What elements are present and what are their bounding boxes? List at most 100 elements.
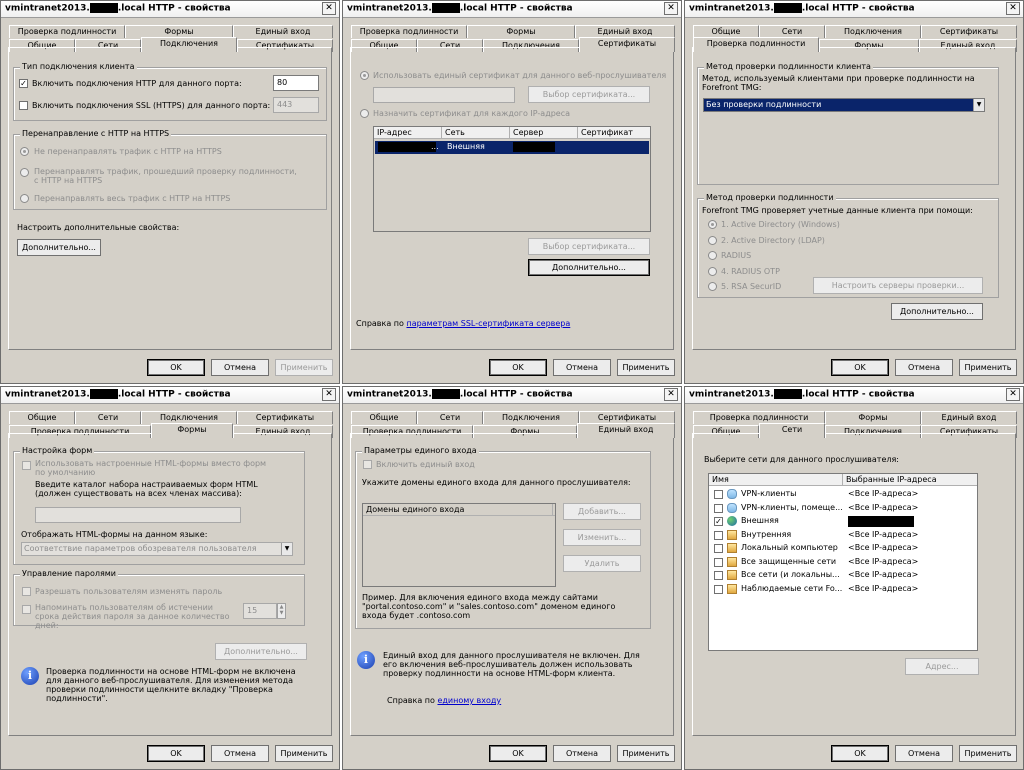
cert-list[interactable]: IP-адрес Сеть Сервер Сертификат ... Внеш… [373,126,651,232]
remind-checkbox[interactable] [22,605,31,614]
tab-forms[interactable]: Формы [825,411,921,424]
network-checkbox[interactable] [714,490,723,499]
ok-button[interactable]: OK [489,745,547,762]
close-button[interactable]: ✕ [664,388,678,401]
ssl-checkbox[interactable] [19,101,28,110]
days-field[interactable]: 15 [243,603,277,619]
auth-method-select[interactable]: Без проверки подлинности ▼ [703,98,985,112]
opt3-radio[interactable] [708,251,717,260]
edit-button[interactable]: Изменить... [563,529,641,546]
network-checkbox[interactable] [714,584,723,594]
tab-connections[interactable]: Подключения [141,37,237,52]
tab-certificates[interactable]: Сертификаты [237,411,333,424]
table-row[interactable]: Локальный компьютер <Все IP-адреса> [710,542,976,555]
ok-button[interactable]: OK [147,359,205,376]
ok-button[interactable]: OK [831,359,889,376]
sso-enable-checkbox[interactable] [363,460,372,469]
tab-certificates[interactable]: Сертификаты [921,25,1017,38]
tab-networks[interactable]: Сети [75,411,141,424]
tab-auth[interactable]: Проверка подлинности [351,25,467,38]
days-spinner[interactable]: ▲ ▼ [277,603,286,619]
col-ip[interactable]: Выбранные IP-адреса [843,474,977,486]
close-button[interactable]: ✕ [322,2,336,15]
configure-servers-button[interactable]: Настроить серверы проверки... [813,277,983,294]
custom-forms-checkbox[interactable] [22,461,31,470]
opt1-radio[interactable] [708,220,717,229]
close-button[interactable]: ✕ [1006,2,1020,15]
tab-sso[interactable]: Единый вход [577,423,675,438]
redirect-auth-radio[interactable] [20,168,29,177]
redirect-none-radio[interactable] [20,147,29,156]
close-button[interactable]: ✕ [664,2,678,15]
chevron-down-icon[interactable]: ▼ [281,543,292,555]
apply-button[interactable]: Применить [275,359,333,376]
network-checkbox[interactable] [714,557,723,567]
http-checkbox[interactable]: ✓ [19,79,28,88]
apply-button[interactable]: Применить [959,359,1017,376]
col-ip[interactable]: IP-адрес [374,127,442,139]
choose-cert-button-2[interactable]: Выбор сертификата... [528,238,650,255]
table-row[interactable]: ... Внешняя [375,141,649,154]
col-server[interactable]: Сервер [510,127,578,139]
table-row[interactable]: ✓ Внешняя [710,515,976,528]
network-checkbox[interactable]: ✓ [714,517,723,526]
apply-button[interactable]: Применить [617,745,675,762]
tab-networks[interactable]: Сети [417,411,483,424]
tab-connections[interactable]: Подключения [825,25,921,38]
add-button[interactable]: Добавить... [563,503,641,520]
network-checkbox[interactable] [714,530,723,540]
http-port-field[interactable]: 80 [273,75,319,91]
col-cert[interactable]: Сертификат [578,127,650,139]
col-domains[interactable]: Домены единого входа [363,504,553,516]
ok-button[interactable]: OK [147,745,205,762]
apply-button[interactable]: Применить [617,359,675,376]
lang-select[interactable]: Соответствие параметров обозревателя пол… [21,542,293,556]
ok-button[interactable]: OK [831,745,889,762]
cancel-button[interactable]: Отмена [895,359,953,376]
tab-sso[interactable]: Единый вход [921,411,1017,424]
remove-button[interactable]: Удалить [563,555,641,572]
network-checkbox[interactable] [714,571,723,580]
network-checkbox[interactable] [714,544,723,553]
tab-auth[interactable]: Проверка подлинности [9,25,125,38]
cancel-button[interactable]: Отмена [553,745,611,762]
ssl-port-field[interactable]: 443 [273,97,319,113]
cancel-button[interactable]: Отмена [895,745,953,762]
tab-auth[interactable]: Проверка подлинности [693,37,819,52]
table-row[interactable]: VPN-клиенты, помеще... <Все IP-адреса> [710,502,976,515]
tab-connections[interactable]: Подключения [483,411,579,424]
apply-button[interactable]: Применить [275,745,333,762]
table-row[interactable]: Все сети (и локальны... <Все IP-адреса> [710,569,976,582]
ok-button[interactable]: OK [489,359,547,376]
chevron-down-icon[interactable]: ▼ [973,99,984,111]
redirect-all-radio[interactable] [20,194,29,203]
cert-advanced-button[interactable]: Дополнительно... [528,259,650,276]
table-row[interactable]: VPN-клиенты <Все IP-адреса> [710,488,976,501]
address-button[interactable]: Адрес... [905,658,979,675]
cert-name-field[interactable] [373,87,515,103]
networks-list[interactable]: Имя Выбранные IP-адреса VPN-клиенты <Все … [708,473,978,651]
single-cert-radio[interactable] [360,71,369,80]
col-network[interactable]: Сеть [442,127,510,139]
tab-forms[interactable]: Формы [467,25,575,38]
tab-certificates[interactable]: Сертификаты [579,37,675,52]
sso-domains-list[interactable]: Домены единого входа [362,503,556,587]
apply-button[interactable]: Применить [959,745,1017,762]
tab-sso[interactable]: Единый вход [233,25,333,38]
forms-dir-field[interactable] [35,507,241,523]
close-button[interactable]: ✕ [1006,388,1020,401]
cancel-button[interactable]: Отмена [211,745,269,762]
opt2-radio[interactable] [708,236,717,245]
tab-general[interactable]: Общие [351,411,417,424]
help-link[interactable]: параметрам SSL-сертификата сервера [406,319,570,328]
forms-advanced-button[interactable]: Дополнительно... [215,643,307,660]
cancel-button[interactable]: Отмена [553,359,611,376]
tab-forms[interactable]: Формы [151,423,233,438]
sso-help-link[interactable]: единому входу [437,696,501,705]
network-checkbox[interactable] [714,503,723,513]
opt4-radio[interactable] [708,267,717,276]
close-button[interactable]: ✕ [322,388,336,401]
per-ip-radio[interactable] [360,109,369,118]
tab-networks[interactable]: Сети [759,423,825,438]
tab-general[interactable]: Общие [9,411,75,424]
